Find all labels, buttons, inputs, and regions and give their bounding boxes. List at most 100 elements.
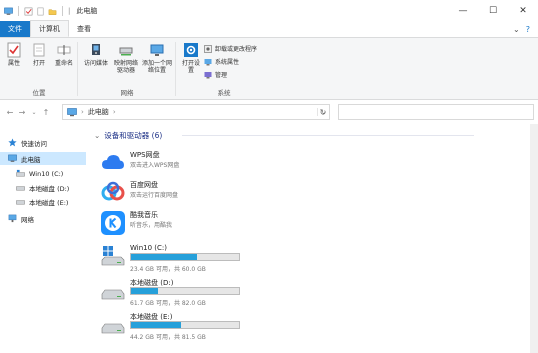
rename-icon — [57, 45, 71, 55]
vertical-scrollbar[interactable] — [530, 124, 538, 353]
properties-icon[interactable] — [24, 7, 33, 16]
device-item-kuwo-music[interactable]: 酷我音乐 听音乐，用酷我 — [100, 208, 240, 240]
system-properties-button[interactable]: 系统属性 — [204, 57, 239, 66]
manage-icon — [204, 71, 212, 78]
device-subtitle: 听音乐，用酷我 — [130, 222, 173, 229]
add-network-location-button[interactable]: 添加一个网络位置 — [142, 42, 172, 74]
content-pane: ⌄ 设备和驱动器 (6) WPS网盘 双击进入WPS网盘 百度网盘 双击运行百度… — [86, 124, 538, 353]
title-bar: | 此电脑 — ☐ ✕ — [0, 0, 538, 22]
refresh-icon[interactable]: ↻ — [316, 104, 330, 120]
tab-view[interactable]: 查看 — [69, 21, 99, 37]
ribbon-group-network: 访问媒体 映射网络驱动器 添加一个网络位置 网络 — [78, 38, 176, 100]
nav-item-drive-c[interactable]: Win10 (C:) — [0, 167, 86, 180]
nav-item-drive-e[interactable]: 本地磁盘 (E:) — [0, 195, 86, 208]
back-arrow-icon[interactable]: ← — [4, 108, 16, 117]
system-properties-label: 系统属性 — [215, 59, 240, 66]
open-settings-button[interactable]: 打开设置 — [180, 42, 202, 74]
drive-usage-fill — [131, 288, 158, 294]
manage-button[interactable]: 管理 — [204, 70, 227, 79]
drive-icon — [16, 186, 25, 191]
drive-usage-bar — [130, 321, 240, 329]
ribbon-tabs: 文件 计算机 查看 ⌄ ? — [0, 20, 538, 38]
help-icon[interactable]: ? — [526, 25, 530, 34]
group-label-location: 位置 — [32, 89, 46, 97]
drive-c-icon — [16, 169, 25, 177]
folder-icon[interactable] — [48, 7, 57, 16]
device-name: 酷我音乐 — [130, 211, 158, 219]
nav-item-label: 本地磁盘 (D:) — [29, 184, 70, 193]
properties-button[interactable]: 属性 — [2, 42, 26, 67]
drive-item-c[interactable]: Win10 (C:) 23.4 GB 可用，共 60.0 GB — [100, 242, 260, 274]
settings-gear-icon — [184, 43, 198, 57]
tab-computer[interactable]: 计算机 — [30, 20, 69, 37]
nav-item-network[interactable]: 网络 — [0, 212, 86, 225]
recent-locations-chevron-icon[interactable]: ⌄ — [28, 109, 40, 116]
new-folder-icon[interactable] — [36, 7, 45, 16]
breadcrumb-separator: › — [81, 108, 84, 116]
uninstall-icon — [204, 44, 212, 53]
add-network-location-label: 添加一个网络位置 — [142, 60, 173, 75]
drive-item-d[interactable]: 本地磁盘 (D:) 61.7 GB 可用，共 82.0 GB — [100, 276, 260, 308]
address-bar-row: ← → ⌄ ↑ › 此电脑 › ⌄ ↻ — [0, 101, 538, 123]
window-title: 此电脑 — [76, 7, 98, 15]
drive-free-space: 23.4 GB 可用，共 60.0 GB — [130, 266, 206, 273]
qat-separator — [62, 6, 63, 16]
address-bar[interactable]: › 此电脑 › ⌄ — [62, 104, 330, 120]
access-media-label: 访问媒体 — [83, 60, 108, 67]
kuwo-music-icon — [101, 211, 125, 235]
rename-button[interactable]: 重命名 — [52, 42, 76, 67]
group-label-network: 网络 — [120, 89, 134, 97]
maximize-button[interactable]: ☐ — [478, 0, 508, 22]
computer-icon — [4, 7, 13, 15]
drive-free-space: 61.7 GB 可用，共 82.0 GB — [130, 300, 206, 307]
hard-drive-icon — [101, 289, 125, 300]
drive-usage-bar — [130, 287, 240, 295]
title-separator: | — [68, 7, 71, 15]
drive-item-e[interactable]: 本地磁盘 (E:) 44.2 GB 可用，共 81.5 GB — [100, 310, 260, 342]
quick-access-toolbar: | — [0, 6, 70, 16]
section-divider — [182, 135, 474, 136]
checkmark-properties-icon — [7, 42, 21, 58]
breadcrumb-this-pc[interactable]: 此电脑 — [88, 107, 109, 117]
search-input[interactable] — [338, 104, 534, 120]
device-item-wps-cloud[interactable]: WPS网盘 双击进入WPS网盘 — [100, 148, 240, 180]
nav-item-label: 网络 — [21, 215, 34, 224]
drive-free-space: 44.2 GB 可用，共 81.5 GB — [130, 334, 206, 341]
nav-item-this-pc[interactable]: 此电脑 — [0, 152, 86, 165]
close-button[interactable]: ✕ — [508, 0, 538, 22]
open-settings-label: 打开设置 — [181, 60, 200, 75]
navigation-pane: 快速访问 此电脑 Win10 (C:) 本地磁盘 (D:) 本地磁盘 (E:) … — [0, 124, 86, 353]
drive-usage-fill — [131, 254, 197, 260]
uninstall-button[interactable]: 卸载或更改程序 — [204, 44, 257, 53]
access-media-button[interactable]: 访问媒体 — [82, 42, 110, 67]
device-item-baidu-netdisk[interactable]: 百度网盘 双击运行百度网盘 — [100, 178, 240, 210]
group-label-system: 系统 — [217, 89, 231, 97]
drive-name: Win10 (C:) — [130, 244, 167, 252]
open-button[interactable]: 打开 — [27, 42, 51, 67]
breadcrumb-separator: › — [112, 108, 116, 116]
nav-item-drive-d[interactable]: 本地磁盘 (D:) — [0, 181, 86, 194]
computer-icon — [67, 107, 77, 116]
up-arrow-icon[interactable]: ↑ — [40, 108, 52, 117]
ribbon: 属性 打开 重命名 位置 访问媒体 映射网络驱动器 添加一个网络位置 网络 打开… — [0, 38, 538, 100]
qat-separator — [18, 6, 19, 16]
map-network-drive-icon — [119, 47, 133, 56]
system-properties-icon — [204, 58, 212, 65]
forward-arrow-icon[interactable]: → — [16, 108, 28, 117]
chevron-down-icon: ⌄ — [94, 131, 101, 140]
section-header-devices[interactable]: ⌄ 设备和驱动器 (6) — [94, 130, 162, 141]
map-network-drive-label: 映射网络驱动器 — [113, 60, 138, 75]
nav-item-label: 此电脑 — [21, 155, 41, 164]
manage-label: 管理 — [215, 72, 228, 79]
chevron-down-icon[interactable]: ⌄ — [513, 25, 520, 34]
media-access-icon — [92, 44, 100, 55]
uninstall-label: 卸载或更改程序 — [215, 46, 258, 53]
hard-drive-icon — [101, 323, 125, 334]
minimize-button[interactable]: — — [448, 0, 478, 22]
add-network-location-icon — [150, 44, 164, 56]
map-network-drive-button[interactable]: 映射网络驱动器 — [112, 42, 140, 74]
nav-item-quick-access[interactable]: 快速访问 — [0, 136, 86, 149]
drive-usage-fill — [131, 322, 181, 328]
nav-item-label: 快速访问 — [21, 139, 47, 148]
tab-file[interactable]: 文件 — [0, 21, 30, 37]
